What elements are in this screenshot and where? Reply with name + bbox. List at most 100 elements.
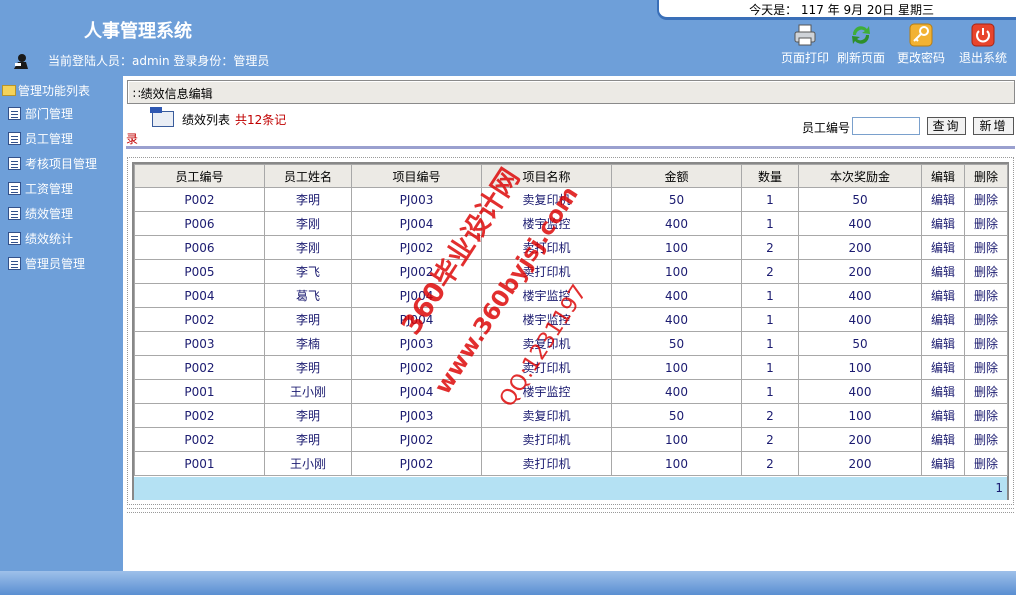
cell-project-id: PJ002 bbox=[351, 235, 482, 260]
table-body: P002 李明 PJ003 卖复印机 50 1 50 编辑 删除 P006 李刚 PJ004 楼宇监控 4… bbox=[134, 187, 1008, 476]
sidebar-item-label: 员工管理 bbox=[25, 132, 74, 146]
document-icon bbox=[8, 107, 21, 120]
sidebar-item-salary[interactable]: 工资管理 bbox=[8, 180, 73, 197]
cell-project-id: PJ004 bbox=[351, 307, 482, 332]
employee-id-input[interactable] bbox=[852, 117, 920, 135]
cell-project-id: PJ002 bbox=[351, 259, 482, 284]
cell-bonus: 100 bbox=[798, 355, 922, 380]
col-edit: 编辑 bbox=[921, 164, 965, 188]
cell-employee-name: 王小刚 bbox=[264, 451, 352, 476]
delete-link[interactable]: 删除 bbox=[964, 187, 1008, 212]
cell-employee-id: P001 bbox=[134, 451, 265, 476]
cell-amount: 50 bbox=[611, 187, 742, 212]
cell-bonus: 400 bbox=[798, 283, 922, 308]
cell-employee-name: 李明 bbox=[264, 403, 352, 428]
cell-bonus: 50 bbox=[798, 187, 922, 212]
cell-amount: 400 bbox=[611, 379, 742, 404]
cell-project-name: 卖打印机 bbox=[481, 259, 612, 284]
edit-link[interactable]: 编辑 bbox=[921, 427, 965, 452]
cell-amount: 100 bbox=[611, 259, 742, 284]
pager: 1 bbox=[134, 477, 1007, 500]
sidebar-item-assessment[interactable]: 考核项目管理 bbox=[8, 155, 97, 172]
cell-project-name: 卖打印机 bbox=[481, 355, 612, 380]
delete-link[interactable]: 删除 bbox=[964, 451, 1008, 476]
add-button[interactable]: 新增 bbox=[973, 117, 1014, 135]
cell-bonus: 200 bbox=[798, 427, 922, 452]
delete-link[interactable]: 删除 bbox=[964, 259, 1008, 284]
edit-link[interactable]: 编辑 bbox=[921, 379, 965, 404]
delete-link[interactable]: 删除 bbox=[964, 379, 1008, 404]
bottom-strip bbox=[127, 508, 1014, 513]
cell-quantity: 2 bbox=[741, 451, 799, 476]
edit-link[interactable]: 编辑 bbox=[921, 259, 965, 284]
record-count-wrap: 录 bbox=[126, 132, 139, 146]
delete-link[interactable]: 删除 bbox=[964, 331, 1008, 356]
cell-employee-id: P003 bbox=[134, 331, 265, 356]
logout-label: 退出系统 bbox=[958, 51, 1007, 65]
edit-link[interactable]: 编辑 bbox=[921, 235, 965, 260]
cell-quantity: 1 bbox=[741, 379, 799, 404]
col-delete: 删除 bbox=[964, 164, 1008, 188]
edit-link[interactable]: 编辑 bbox=[921, 355, 965, 380]
print-page-button[interactable]: 页面打印 bbox=[777, 22, 833, 70]
cell-project-name: 卖打印机 bbox=[481, 235, 612, 260]
col-quantity: 数量 bbox=[741, 164, 799, 188]
cell-project-name: 卖复印机 bbox=[481, 187, 612, 212]
date-bar: 今天是： 117 年 9月 20日 星期三 bbox=[657, 0, 1016, 20]
cell-employee-id: P006 bbox=[134, 211, 265, 236]
refresh-page-button[interactable]: 刷新页面 bbox=[833, 22, 889, 70]
edit-link[interactable]: 编辑 bbox=[921, 307, 965, 332]
sidebar-item-admin[interactable]: 管理员管理 bbox=[8, 255, 85, 272]
document-icon bbox=[8, 232, 21, 245]
document-icon bbox=[8, 157, 21, 170]
delete-link[interactable]: 删除 bbox=[964, 427, 1008, 452]
table-row: P006 李刚 PJ002 卖打印机 100 2 200 编辑 删除 bbox=[134, 235, 1008, 260]
cell-employee-id: P001 bbox=[134, 379, 265, 404]
col-employee-id: 员工编号 bbox=[134, 164, 265, 188]
cell-bonus: 400 bbox=[798, 307, 922, 332]
delete-link[interactable]: 删除 bbox=[964, 211, 1008, 236]
query-button[interactable]: 查询 bbox=[927, 117, 966, 135]
app-title: 人事管理系统 bbox=[84, 21, 192, 42]
sidebar-item-performance-stats[interactable]: 绩效统计 bbox=[8, 230, 73, 247]
sidebar-item-performance[interactable]: 绩效管理 bbox=[8, 205, 73, 222]
edit-link[interactable]: 编辑 bbox=[921, 187, 965, 212]
edit-link[interactable]: 编辑 bbox=[921, 283, 965, 308]
delete-link[interactable]: 删除 bbox=[964, 403, 1008, 428]
cell-project-name: 卖复印机 bbox=[481, 331, 612, 356]
cell-employee-id: P002 bbox=[134, 307, 265, 332]
cell-bonus: 400 bbox=[798, 379, 922, 404]
cell-bonus: 50 bbox=[798, 331, 922, 356]
table-container: 员工编号 员工姓名 项目编号 项目名称 金额 数量 本次奖励金 编辑 删除 P0… bbox=[132, 162, 1009, 500]
edit-link[interactable]: 编辑 bbox=[921, 211, 965, 236]
date-text: 今天是： 117 年 9月 20日 星期三 bbox=[749, 3, 934, 17]
edit-link[interactable]: 编辑 bbox=[921, 451, 965, 476]
edit-link[interactable]: 编辑 bbox=[921, 403, 965, 428]
cell-employee-name: 李明 bbox=[264, 355, 352, 380]
edit-link[interactable]: 编辑 bbox=[921, 331, 965, 356]
sidebar-item-employee[interactable]: 员工管理 bbox=[8, 130, 73, 147]
delete-link[interactable]: 删除 bbox=[964, 283, 1008, 308]
cell-employee-id: P002 bbox=[134, 187, 265, 212]
power-icon bbox=[971, 23, 995, 47]
section-bar: ∷绩效信息编辑 bbox=[127, 80, 1015, 104]
refresh-page-label: 刷新页面 bbox=[836, 51, 885, 65]
page-number[interactable]: 1 bbox=[995, 481, 1003, 495]
logout-button[interactable]: 退出系统 bbox=[955, 22, 1011, 70]
cell-employee-name: 王小刚 bbox=[264, 379, 352, 404]
delete-link[interactable]: 删除 bbox=[964, 235, 1008, 260]
search-label: 员工编号 bbox=[802, 121, 851, 135]
sidebar-title-label: 管理功能列表 bbox=[18, 84, 91, 98]
table-row: P006 李刚 PJ004 楼宇监控 400 1 400 编辑 删除 bbox=[134, 211, 1008, 236]
table-row: P003 李楠 PJ003 卖复印机 50 1 50 编辑 删除 bbox=[134, 331, 1008, 356]
sidebar-item-department[interactable]: 部门管理 bbox=[8, 105, 73, 122]
cell-project-name: 楼宇监控 bbox=[481, 307, 612, 332]
list-title: 绩效列表 bbox=[182, 113, 231, 127]
cell-amount: 400 bbox=[611, 283, 742, 308]
sidebar-item-label: 管理员管理 bbox=[25, 257, 86, 271]
delete-link[interactable]: 删除 bbox=[964, 307, 1008, 332]
change-password-button[interactable]: 更改密码 bbox=[893, 22, 949, 70]
cell-project-name: 楼宇监控 bbox=[481, 283, 612, 308]
col-bonus: 本次奖励金 bbox=[798, 164, 922, 188]
delete-link[interactable]: 删除 bbox=[964, 355, 1008, 380]
